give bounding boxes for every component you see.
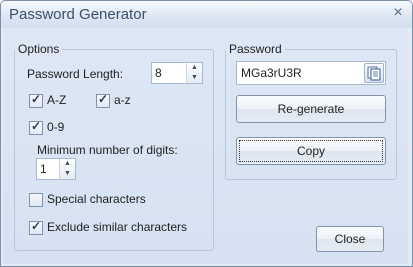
lowercase-checkbox[interactable] [96, 92, 110, 108]
min-digits-label: Minimum number of digits: [37, 143, 178, 157]
digits-label: 0-9 [47, 120, 65, 134]
regenerate-button[interactable]: Re-generate [236, 95, 386, 123]
password-length-stepper[interactable]: 8 ▲ ▼ [151, 62, 203, 84]
min-digits-stepper[interactable]: 1 ▲ ▼ [36, 158, 76, 180]
password-output-field[interactable]: MGa3rU3R [236, 61, 386, 85]
close-button-label: Close [334, 232, 366, 246]
window-title: Password Generator [9, 6, 147, 23]
password-length-spin-buttons[interactable]: ▲ ▼ [186, 63, 202, 83]
password-length-value: 8 [155, 66, 162, 80]
close-window-icon[interactable]: × [386, 3, 410, 23]
exclude-similar-checkbox[interactable] [29, 219, 43, 235]
special-characters-checkbox[interactable] [29, 193, 43, 207]
password-generator-window: Password Generator × Options Password Le… [0, 0, 413, 267]
copy-button-label: Copy [296, 144, 325, 158]
special-characters-label: Special characters [47, 192, 146, 206]
title-bar: Password Generator × [1, 1, 412, 28]
password-length-label: Password Length: [27, 67, 124, 81]
digits-checkbox[interactable] [29, 119, 43, 135]
password-value: MGa3rU3R [241, 66, 302, 80]
close-button[interactable]: Close [316, 226, 384, 252]
min-digits-value: 1 [40, 162, 47, 176]
exclude-similar-label: Exclude similar characters [47, 220, 188, 234]
lowercase-label: a-z [114, 93, 131, 107]
dialog-client-area: Options Password Length: 8 ▲▼ A-Z a-z 0-… [3, 28, 408, 264]
regenerate-button-label: Re-generate [277, 102, 345, 116]
options-group-label: Options [18, 42, 60, 56]
min-digits-spin-buttons[interactable]: ▲ ▼ [59, 159, 75, 179]
password-group-label: Password [229, 42, 282, 56]
clipboard-icon[interactable] [364, 63, 384, 83]
uppercase-checkbox[interactable] [29, 92, 43, 108]
copy-button[interactable]: Copy [236, 137, 386, 165]
uppercase-label: A-Z [47, 93, 67, 107]
